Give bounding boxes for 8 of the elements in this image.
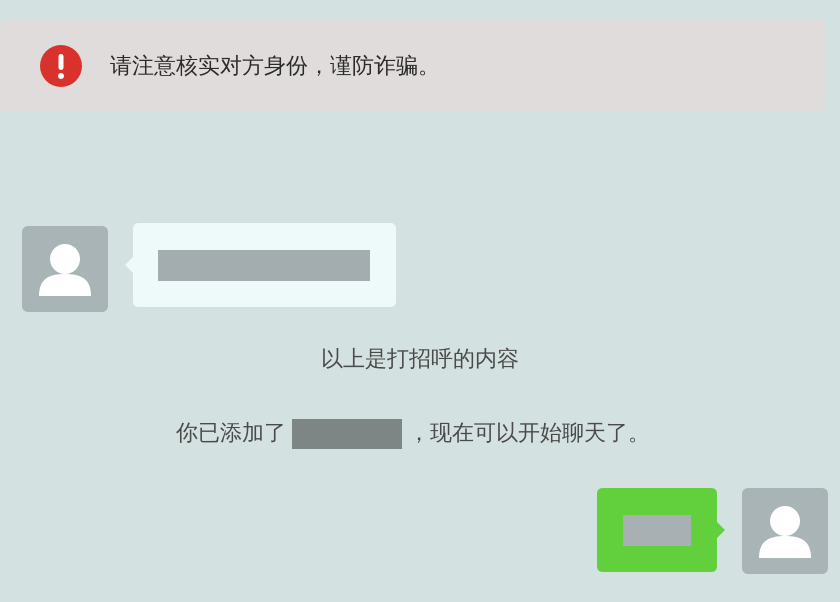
- warning-icon: [40, 45, 82, 87]
- system-note: 你已添加了: [176, 420, 286, 448]
- warning-text: 请注意核实对方身份，谨防诈骗。: [110, 52, 440, 80]
- avatar[interactable]: [742, 488, 828, 574]
- system-note: ，现在可以开始聊天了。: [408, 420, 650, 448]
- redaction-bar: [623, 514, 691, 546]
- avatar[interactable]: [22, 226, 108, 312]
- system-note: 以上是打招呼的内容: [320, 346, 520, 374]
